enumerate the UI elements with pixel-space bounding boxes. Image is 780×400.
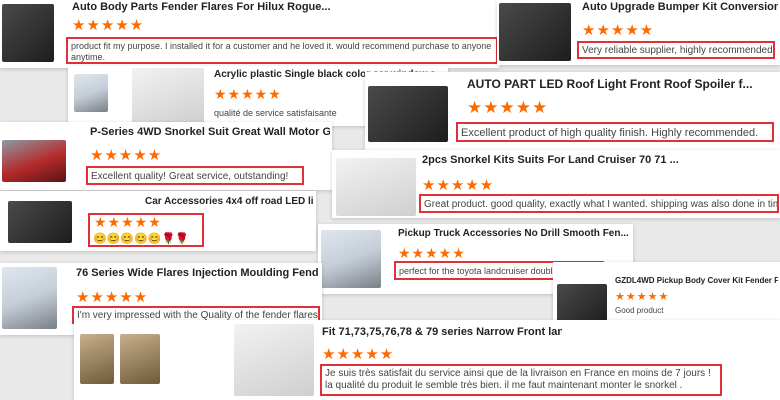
rating-stars: ★★★★★ <box>322 346 395 363</box>
review-card[interactable]: Auto Body Parts Fender Flares For Hilux … <box>0 0 500 68</box>
product-title[interactable]: 2pcs Snorkel Kits Suits For Land Cruiser… <box>422 154 774 166</box>
review-text: Je suis très satisfait du service ainsi … <box>320 364 722 396</box>
review-emoji: 😊😊😊😊😊🌹🌹🌹 <box>88 213 204 247</box>
product-title[interactable]: AUTO PART LED Roof Light Front Roof Spoi… <box>467 77 777 91</box>
review-card[interactable]: 2pcs Snorkel Kits Suits For Land Cruiser… <box>332 150 780 218</box>
product-image[interactable] <box>120 334 160 384</box>
review-card[interactable]: AUTO PART LED Roof Light Front Roof Spoi… <box>365 72 780 150</box>
rating-stars: ★★★★★ <box>90 147 163 164</box>
review-text: Excellent product of high quality finish… <box>456 122 774 142</box>
product-title[interactable]: Auto Upgrade Bumper Kit Conversion <box>582 1 778 13</box>
rating-stars: ★★★★★ <box>615 291 670 303</box>
rating-stars: ★★★★★ <box>398 245 466 261</box>
product-image[interactable] <box>80 334 114 384</box>
review-text: Great product. good quality, exactly wha… <box>419 194 779 213</box>
rating-stars: ★★★★★ <box>72 17 145 34</box>
product-image[interactable] <box>132 68 204 124</box>
product-image[interactable] <box>336 158 416 216</box>
product-image[interactable] <box>499 3 571 61</box>
review-text: Excellent quality! Great service, outsta… <box>86 166 304 185</box>
product-title[interactable]: 76 Series Wide Flares Injection Moulding… <box>76 267 319 279</box>
rating-stars: ★★★★★ <box>214 86 282 102</box>
product-image[interactable] <box>368 86 448 142</box>
rating-stars: ★★★★★ <box>582 22 655 39</box>
product-image[interactable] <box>234 324 314 396</box>
product-image[interactable] <box>321 230 381 288</box>
product-title[interactable]: Car Accessories 4x4 off road LED li... <box>145 196 313 207</box>
review-text: qualité de service satisfaisante <box>214 108 337 118</box>
product-image[interactable] <box>2 267 57 329</box>
product-image[interactable] <box>2 140 66 182</box>
product-title[interactable]: P-Series 4WD Snorkel Suit Great Wall Mot… <box>90 126 330 138</box>
rating-stars: ★★★★★ <box>467 98 549 117</box>
review-card[interactable]: Fit 71,73,75,76,78 & 79 series Narrow Fr… <box>74 320 780 400</box>
product-image[interactable] <box>8 201 72 243</box>
rating-stars: ★★★★★ <box>422 177 495 194</box>
product-image[interactable] <box>2 4 54 62</box>
review-card[interactable]: Auto Upgrade Bumper Kit Conversion ★★★★★… <box>497 0 780 65</box>
product-title[interactable]: Fit 71,73,75,76,78 & 79 series Narrow Fr… <box>322 326 562 338</box>
review-card[interactable]: Car Accessories 4x4 off road LED li... ★… <box>0 191 316 251</box>
review-text: Very reliable supplier, highly recommend… <box>577 41 775 59</box>
rating-stars: ★★★★★ <box>76 289 149 306</box>
review-text: product fit my purpose. I installed it f… <box>66 37 498 64</box>
product-title[interactable]: GZDL4WD Pickup Body Cover Kit Fender Fla… <box>615 276 778 285</box>
product-image[interactable] <box>74 74 108 112</box>
review-text: Good product <box>615 306 664 315</box>
review-card[interactable]: P-Series 4WD Snorkel Suit Great Wall Mot… <box>0 122 332 190</box>
product-title[interactable]: Auto Body Parts Fender Flares For Hilux … <box>72 1 492 13</box>
product-title[interactable]: Pickup Truck Accessories No Drill Smooth… <box>398 228 630 239</box>
